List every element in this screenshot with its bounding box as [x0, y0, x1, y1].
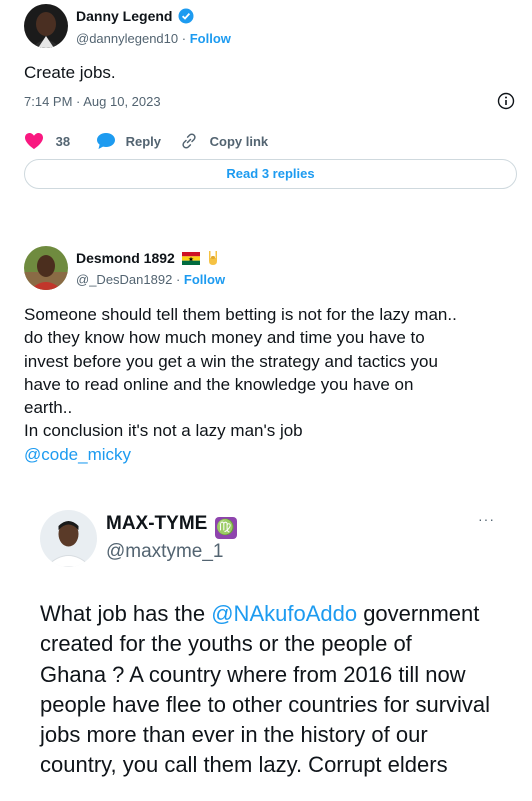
tweet-line: country, you call them lazy. Corrupt eld… — [40, 752, 448, 778]
avatar-danny[interactable] — [24, 4, 68, 48]
reply-action[interactable]: Reply — [96, 132, 161, 150]
author-handle[interactable]: @dannylegend10 — [76, 31, 178, 46]
more-options-icon[interactable]: ··· — [478, 511, 495, 527]
follow-button[interactable]: Follow — [190, 31, 231, 46]
tweet-text: What job has the @NAkufoAddo government … — [40, 599, 490, 781]
tweet-text: Create jobs. — [24, 63, 116, 82]
mention-link[interactable]: @code_micky — [24, 443, 457, 466]
info-icon[interactable] — [497, 92, 515, 115]
tweet-line: people have flee to other countries for … — [40, 691, 491, 717]
mention-link[interactable]: @NAkufoAddo — [211, 601, 357, 626]
separator-dot: · — [181, 31, 187, 46]
tweet-line: In conclusion it's not a lazy man's job — [24, 421, 303, 441]
tweet-line: What job has the @NAkufoAddo government — [40, 599, 490, 629]
verified-badge-icon — [178, 8, 194, 27]
like-count: 38 — [55, 134, 71, 149]
tweet-line: have to read online and the knowledge yo… — [24, 374, 414, 394]
link-icon — [180, 132, 198, 153]
rock-hand-icon — [206, 250, 220, 269]
author-name[interactable]: Desmond 1892 — [76, 250, 175, 266]
avatar-maxtyme[interactable] — [40, 510, 97, 567]
virgo-badge: ♍ — [214, 517, 237, 539]
author-name[interactable]: MAX-TYME — [106, 513, 207, 534]
tweet-line: Ghana ? A country where from 2016 till n… — [40, 661, 466, 687]
tweet-line: invest before you get a win the strategy… — [24, 351, 438, 371]
tweet-text: Someone should tell them betting is not … — [24, 303, 457, 466]
ghana-flag-icon — [181, 252, 200, 268]
tweet-line-segment: What job has the — [40, 601, 212, 626]
copy-link-label: Copy link — [209, 134, 269, 149]
tweet-line: earth.. — [24, 398, 73, 418]
tweet-line: Someone should tell them betting is not … — [24, 305, 457, 324]
follow-button[interactable]: Follow — [184, 272, 225, 287]
reply-bubble-icon — [96, 132, 116, 153]
like-action[interactable]: 38 — [24, 132, 70, 150]
copy-link-action[interactable]: Copy link — [180, 132, 268, 150]
tweet-line: jobs more than ever in the history of ou… — [40, 722, 428, 748]
author-handle[interactable]: @_DesDan1892 — [76, 272, 172, 287]
tweet-line-segment: government — [357, 601, 480, 626]
author-name[interactable]: Danny Legend — [76, 8, 172, 24]
separator-dot: · — [175, 272, 181, 287]
reply-label: Reply — [125, 134, 162, 149]
read-replies-button[interactable]: Read 3 replies — [24, 159, 517, 189]
tweet-line: do they know how much money and time you… — [24, 328, 425, 348]
tweet-line: created for the youths or the people of — [40, 631, 412, 657]
author-handle[interactable]: @maxtyme_1 — [106, 541, 224, 563]
heart-icon — [24, 132, 44, 153]
avatar-desmond[interactable] — [24, 246, 68, 290]
tweet-timestamp[interactable]: 7:14 PM · Aug 10, 2023 — [24, 94, 161, 109]
